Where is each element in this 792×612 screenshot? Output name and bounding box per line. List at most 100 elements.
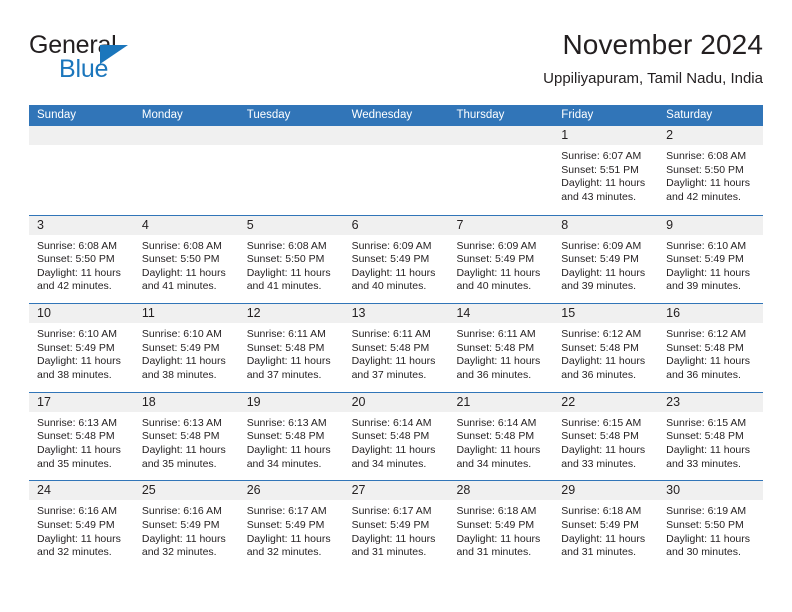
sunset-text: Sunset: 5:48 PM bbox=[351, 430, 430, 443]
day-number: 21 bbox=[448, 392, 554, 412]
daylight-text-line1: Daylight: 11 hours bbox=[37, 532, 121, 545]
calendar-day-cell[interactable]: 3 Sunrise: 6:08 AM Sunset: 5:50 PM Daylight… bbox=[29, 215, 134, 304]
daylight-text-line1: Daylight: 11 hours bbox=[141, 266, 226, 279]
day-details: Sunrise: 6:08 AM Sunset: 5:50 PM Daylight:… bbox=[658, 145, 763, 204]
sunrise-text: Sunrise: 6:15 AM bbox=[666, 416, 747, 429]
calendar-day-cell[interactable]: 18 Sunrise: 6:13 AM Sunset: 5:48 PM Dayligh… bbox=[133, 392, 239, 481]
day-number: 7 bbox=[448, 215, 554, 235]
daylight-text-line2: and 31 minutes. bbox=[561, 546, 637, 559]
calendar-day-cell[interactable]: 9 Sunrise: 6:10 AM Sunset: 5:49 PM Daylight… bbox=[658, 215, 764, 304]
day-number bbox=[238, 126, 344, 145]
sunrise-text: Sunrise: 6:11 AM bbox=[246, 328, 326, 341]
daylight-text-line1: Daylight: 11 hours bbox=[351, 443, 436, 456]
day-details: Sunrise: 6:08 AM Sunset: 5:50 PM Daylight:… bbox=[239, 235, 344, 294]
calendar-day-cell[interactable]: 24 Sunrise: 6:16 AM Sunset: 5:49 PM Dayligh… bbox=[29, 481, 134, 569]
daylight-text-line1: Daylight: 11 hours bbox=[456, 532, 541, 545]
weekday-header-saturday: Saturday bbox=[666, 109, 713, 121]
title-block: November 2024 Uppiliyapuram, Tamil Nadu,… bbox=[543, 28, 763, 90]
daylight-text-line1: Daylight: 11 hours bbox=[141, 443, 226, 456]
sunset-text: Sunset: 5:49 PM bbox=[37, 341, 115, 354]
calendar-day-cell[interactable]: 4 Sunrise: 6:08 AM Sunset: 5:50 PM Daylight… bbox=[133, 215, 239, 304]
day-details: Sunrise: 6:16 AM Sunset: 5:49 PM Daylight:… bbox=[134, 500, 239, 559]
daylight-text-line1: Daylight: 11 hours bbox=[666, 177, 751, 190]
calendar-day-cell[interactable]: 17 Sunrise: 6:13 AM Sunset: 5:48 PM Dayligh… bbox=[29, 392, 134, 481]
daylight-text-line1: Daylight: 11 hours bbox=[246, 532, 331, 545]
daylight-text-line2: and 40 minutes. bbox=[351, 280, 427, 293]
daylight-text-line1: Daylight: 11 hours bbox=[141, 532, 226, 545]
daylight-text-line1: Daylight: 11 hours bbox=[666, 355, 751, 368]
day-details: Sunrise: 6:08 AM Sunset: 5:50 PM Daylight:… bbox=[29, 235, 134, 294]
calendar-day-cell[interactable]: 23 Sunrise: 6:15 AM Sunset: 5:48 PM Dayligh… bbox=[658, 392, 764, 481]
calendar-day-cell[interactable]: 25 Sunrise: 6:16 AM Sunset: 5:49 PM Dayligh… bbox=[133, 481, 239, 569]
calendar-day-cell[interactable]: 26 Sunrise: 6:17 AM Sunset: 5:49 PM Dayligh… bbox=[238, 481, 344, 569]
sunrise-text: Sunrise: 6:14 AM bbox=[456, 416, 537, 429]
calendar-day-cell[interactable]: 8 Sunrise: 6:09 AM Sunset: 5:49 PM Daylight… bbox=[553, 215, 659, 304]
calendar-day-cell[interactable]: 2 Sunrise: 6:08 AM Sunset: 5:50 PM Daylight… bbox=[658, 126, 764, 215]
sunrise-text: Sunrise: 6:11 AM bbox=[456, 328, 536, 341]
calendar-day-cell[interactable]: 7 Sunrise: 6:09 AM Sunset: 5:49 PM Daylight… bbox=[448, 215, 554, 304]
calendar-day-cell[interactable]: 20 Sunrise: 6:14 AM Sunset: 5:48 PM Dayligh… bbox=[343, 392, 449, 481]
daylight-text-line1: Daylight: 11 hours bbox=[246, 443, 331, 456]
calendar-week-row: 17 Sunrise: 6:13 AM Sunset: 5:48 PM Dayligh… bbox=[29, 391, 764, 481]
sunset-text: Sunset: 5:49 PM bbox=[456, 253, 535, 266]
sunset-text: Sunset: 5:49 PM bbox=[456, 518, 535, 531]
calendar-day-cell[interactable]: 14 Sunrise: 6:11 AM Sunset: 5:48 PM Dayligh… bbox=[448, 304, 554, 392]
sunset-text: Sunset: 5:49 PM bbox=[246, 518, 325, 531]
sunset-text: Sunset: 5:50 PM bbox=[141, 253, 220, 266]
sunrise-text: Sunrise: 6:10 AM bbox=[37, 328, 117, 341]
daylight-text-line2: and 42 minutes. bbox=[666, 190, 741, 203]
sunrise-text: Sunrise: 6:19 AM bbox=[666, 505, 747, 518]
daylight-text-line1: Daylight: 11 hours bbox=[561, 355, 646, 368]
calendar-day-cell[interactable]: 29 Sunrise: 6:18 AM Sunset: 5:49 PM Dayligh… bbox=[553, 481, 659, 569]
brand-logo[interactable]: General Blue bbox=[29, 32, 259, 90]
daylight-text-line2: and 36 minutes. bbox=[456, 368, 532, 381]
daylight-text-line2: and 35 minutes. bbox=[141, 457, 217, 470]
daylight-text-line1: Daylight: 11 hours bbox=[351, 266, 436, 279]
sunset-text: Sunset: 5:51 PM bbox=[561, 163, 639, 176]
day-number bbox=[343, 126, 449, 145]
calendar-day-cell-empty bbox=[448, 126, 554, 215]
calendar-day-cell[interactable]: 30 Sunrise: 6:19 AM Sunset: 5:50 PM Dayligh… bbox=[658, 481, 764, 569]
daylight-text-line2: and 31 minutes. bbox=[456, 546, 532, 559]
calendar-week-row: 24 Sunrise: 6:16 AM Sunset: 5:49 PM Dayligh… bbox=[29, 480, 764, 569]
calendar-day-cell[interactable]: 21 Sunrise: 6:14 AM Sunset: 5:48 PM Dayligh… bbox=[448, 392, 554, 481]
calendar-day-cell[interactable]: 28 Sunrise: 6:18 AM Sunset: 5:49 PM Dayligh… bbox=[448, 481, 554, 569]
calendar-day-cell[interactable]: 13 Sunrise: 6:11 AM Sunset: 5:48 PM Dayligh… bbox=[343, 304, 449, 392]
sunrise-text: Sunrise: 6:09 AM bbox=[351, 239, 432, 252]
calendar-day-cell[interactable]: 12 Sunrise: 6:11 AM Sunset: 5:48 PM Dayligh… bbox=[238, 304, 344, 392]
daylight-text-line2: and 38 minutes. bbox=[37, 368, 112, 381]
calendar-day-cell[interactable]: 5 Sunrise: 6:08 AM Sunset: 5:50 PM Daylight… bbox=[238, 215, 344, 304]
calendar-day-cell[interactable]: 27 Sunrise: 6:17 AM Sunset: 5:49 PM Dayligh… bbox=[343, 481, 449, 569]
sunrise-text: Sunrise: 6:09 AM bbox=[561, 239, 642, 252]
day-number: 10 bbox=[29, 304, 134, 324]
sunrise-text: Sunrise: 6:18 AM bbox=[561, 505, 642, 518]
weekday-header-friday: Friday bbox=[561, 109, 594, 121]
sunrise-text: Sunrise: 6:12 AM bbox=[561, 328, 642, 341]
daylight-text-line2: and 33 minutes. bbox=[666, 457, 741, 470]
sunrise-text: Sunrise: 6:08 AM bbox=[666, 150, 747, 162]
day-details: Sunrise: 6:13 AM Sunset: 5:48 PM Daylight:… bbox=[239, 412, 344, 471]
sunrise-text: Sunrise: 6:08 AM bbox=[246, 239, 327, 252]
day-number: 28 bbox=[448, 481, 554, 501]
daylight-text-line1: Daylight: 11 hours bbox=[37, 355, 121, 368]
sunset-text: Sunset: 5:48 PM bbox=[141, 430, 220, 443]
calendar-day-cell[interactable]: 22 Sunrise: 6:15 AM Sunset: 5:48 PM Dayligh… bbox=[553, 392, 659, 481]
daylight-text-line2: and 33 minutes. bbox=[561, 457, 637, 470]
calendar-day-cell[interactable]: 6 Sunrise: 6:09 AM Sunset: 5:49 PM Daylight… bbox=[343, 215, 449, 304]
day-number: 23 bbox=[658, 392, 764, 412]
calendar-day-cell[interactable]: 15 Sunrise: 6:12 AM Sunset: 5:48 PM Dayligh… bbox=[553, 304, 659, 392]
calendar-day-cell[interactable]: 1 Sunrise: 6:07 AM Sunset: 5:51 PM Daylight… bbox=[553, 126, 659, 215]
sunset-text: Sunset: 5:49 PM bbox=[351, 518, 430, 531]
calendar-day-cell[interactable]: 11 Sunrise: 6:10 AM Sunset: 5:49 PM Dayligh… bbox=[133, 304, 239, 392]
sunset-text: Sunset: 5:48 PM bbox=[666, 430, 744, 443]
daylight-text-line1: Daylight: 11 hours bbox=[246, 355, 331, 368]
weekday-header-monday: Monday bbox=[141, 109, 183, 121]
calendar-day-cell[interactable]: 19 Sunrise: 6:13 AM Sunset: 5:48 PM Dayligh… bbox=[238, 392, 344, 481]
daylight-text-line1: Daylight: 11 hours bbox=[351, 532, 436, 545]
day-number: 11 bbox=[133, 304, 239, 324]
calendar-day-cell[interactable]: 10 Sunrise: 6:10 AM Sunset: 5:49 PM Dayligh… bbox=[29, 304, 134, 392]
brand-name-blue: Blue bbox=[59, 55, 109, 83]
sunset-text: Sunset: 5:49 PM bbox=[666, 253, 744, 266]
daylight-text-line1: Daylight: 11 hours bbox=[37, 266, 121, 279]
calendar-day-cell[interactable]: 16 Sunrise: 6:12 AM Sunset: 5:48 PM Dayligh… bbox=[658, 304, 764, 392]
